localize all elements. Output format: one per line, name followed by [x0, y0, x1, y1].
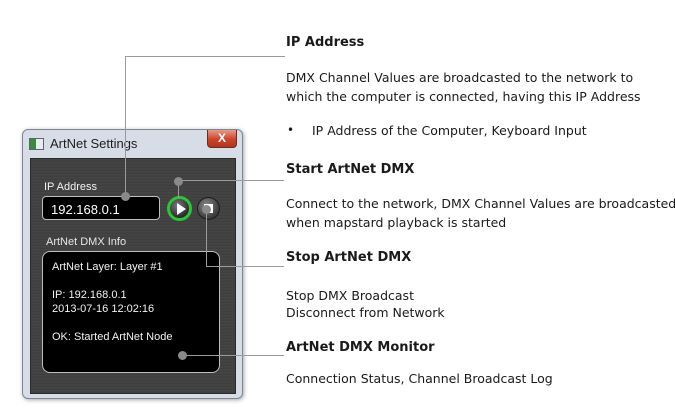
start-artnet-heading: Start ArtNet DMX: [286, 162, 415, 177]
monitor-line: [52, 274, 219, 288]
ip-connector-vertical: [125, 56, 126, 196]
artnet-dmx-info-label: ArtNet DMX Info: [46, 236, 127, 248]
monitor-line: 2013-07-16 12:02:16: [52, 303, 155, 315]
monitor-connector-horizontal: [182, 355, 284, 356]
ip-connector-dot: [121, 192, 130, 201]
monitor-line: OK: Started ArtNet Node: [52, 331, 173, 343]
stop-connector-vertical: [206, 212, 207, 266]
ip-address-heading: IP Address: [286, 35, 365, 50]
monitor-line: IP: 192.168.0.1: [52, 289, 127, 301]
bullet-marker: •: [287, 123, 295, 137]
start-artnet-button[interactable]: [167, 196, 192, 221]
stop-connector-dot: [202, 205, 211, 214]
settings-panel: IP Address ArtNet DMX Info ArtNet Layer:…: [30, 158, 236, 394]
start-connector-horizontal: [178, 180, 284, 181]
start-artnet-description-2: when mapstard playback is started: [286, 215, 507, 230]
start-artnet-description-1: Connect to the network, DMX Channel Valu…: [286, 196, 675, 211]
stop-connector-horizontal: [206, 266, 284, 267]
ip-address-description-1: DMX Channel Values are broadcasted to th…: [286, 70, 634, 85]
monitor-line: [52, 316, 219, 330]
monitor-connector-dot: [178, 351, 187, 360]
artnet-settings-window: ArtNet Settings X IP Address ArtNet DMX …: [22, 129, 243, 399]
stop-artnet-heading: Stop ArtNet DMX: [286, 250, 412, 265]
start-connector-dot: [174, 177, 183, 186]
play-icon: [177, 203, 186, 215]
ip-address-input[interactable]: [42, 196, 160, 220]
monitor-line: ArtNet Layer: Layer #1: [52, 261, 163, 273]
title-bar[interactable]: ArtNet Settings X: [23, 130, 242, 157]
close-button[interactable]: X: [207, 130, 237, 148]
artnet-monitor-heading: ArtNet DMX Monitor: [286, 340, 435, 355]
ip-address-description-2: which the computer is connected, having …: [286, 89, 641, 104]
ip-connector-horizontal: [125, 56, 285, 57]
artnet-monitor-description: Connection Status, Channel Broadcast Log: [286, 371, 553, 386]
ip-address-bullet: IP Address of the Computer, Keyboard Inp…: [312, 123, 587, 138]
ip-address-label: IP Address: [44, 181, 97, 193]
stop-artnet-description-2: Disconnect from Network: [286, 305, 445, 320]
artnet-app-icon: [29, 138, 44, 150]
